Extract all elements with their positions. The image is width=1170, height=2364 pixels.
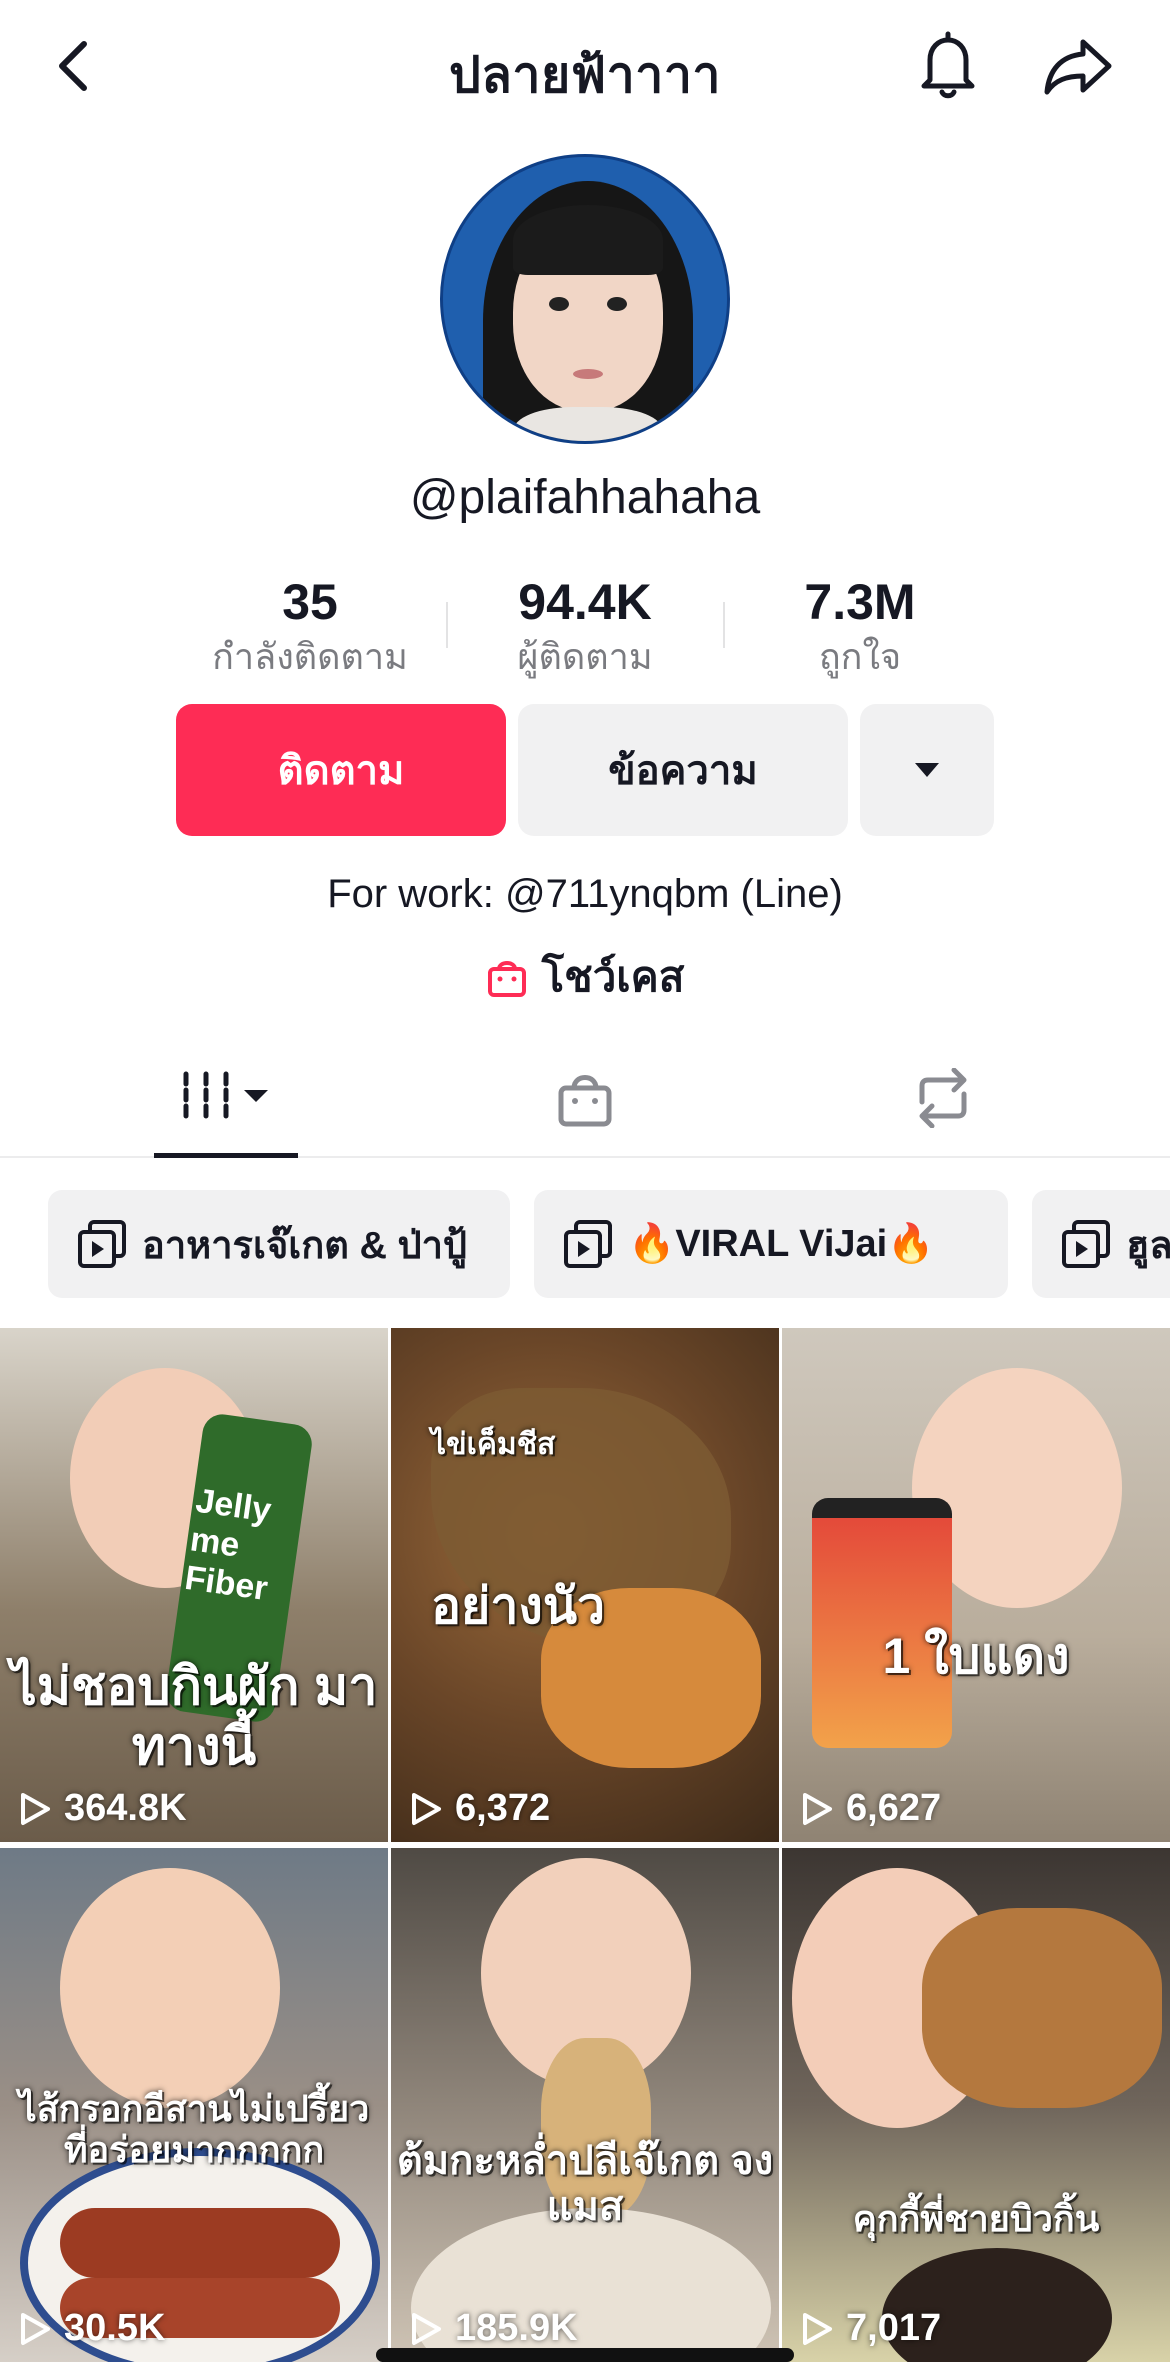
tab-active-indicator	[154, 1153, 298, 1158]
stat-followers-value: 94.4K	[518, 574, 652, 630]
pickle-jar	[812, 1498, 952, 1748]
stat-likes-label: ถูกใจ	[818, 636, 902, 677]
playlist-icon	[78, 1220, 126, 1268]
videos-grid-icon	[183, 1071, 268, 1125]
playlist-label: ฮูล	[1126, 1224, 1170, 1267]
home-indicator[interactable]	[376, 2348, 794, 2362]
view-count: 6,372	[409, 1787, 550, 1830]
follow-button[interactable]: ติดตาม	[176, 704, 506, 836]
video-thumbnail[interactable]: คุกกี้พี่ชายบิวกิ้น 7,017	[782, 1848, 1170, 2362]
avatar-shirt	[513, 407, 663, 441]
tab-shop[interactable]	[540, 1040, 630, 1156]
video-title: ไม่ชอบกินผัก มาทางนี้	[10, 1658, 378, 1776]
playlist-label: 🔥VIRAL ViJai🔥	[628, 1223, 935, 1265]
view-count-value: 6,372	[455, 1787, 551, 1829]
view-count-value: 6,627	[846, 1787, 942, 1829]
play-icon	[21, 1792, 50, 1825]
username: @plaifahhahaha	[409, 471, 761, 524]
view-count: 30.5K	[18, 2307, 165, 2350]
stat-following-value: 35	[282, 574, 338, 630]
stat-followers-label: ผู้ติดตาม	[517, 636, 653, 677]
playlist-chip[interactable]: ฮูล	[1032, 1190, 1170, 1298]
stat-likes[interactable]: 7.3M ถูกใจ	[740, 572, 980, 682]
video-title: อย่างนัว	[431, 1578, 606, 1634]
video-thumbnail[interactable]: Jelly me Fiber ไม่ชอบกินผัก มาทางนี้ 364…	[0, 1328, 388, 1842]
tab-videos[interactable]	[154, 1040, 298, 1158]
view-count-value: 185.9K	[455, 2307, 578, 2349]
caret-down-icon	[915, 763, 939, 777]
stat-divider	[723, 602, 725, 648]
video-thumbnail[interactable]: ไข่เค็มชีส อย่างนัว 6,372	[391, 1328, 779, 1842]
view-count-value: 7,017	[846, 2307, 942, 2349]
view-count: 364.8K	[18, 1787, 187, 1830]
stat-following-label: กำลังติดตาม	[212, 636, 408, 677]
profile-tabs	[0, 1040, 1170, 1158]
share-arrow-icon	[1044, 39, 1112, 95]
sausage	[60, 2208, 340, 2278]
video-thumbnail[interactable]: ไส้กรอกอีสานไม่เปรี้ยว ที่อร่อยมากกกกก 3…	[0, 1848, 388, 2362]
showcase-bag-icon	[487, 961, 526, 997]
video-subtitle: ไข่เค็มชีส	[431, 1428, 556, 1461]
play-icon	[412, 1792, 441, 1825]
playlist-label: อาหารเจ๊เกต & ป่าปู้	[142, 1224, 468, 1267]
playlist-chip[interactable]: 🔥VIRAL ViJai🔥	[534, 1190, 1008, 1298]
view-count-value: 364.8K	[64, 1787, 187, 1829]
stat-followers[interactable]: 94.4K ผู้ติดตาม	[465, 572, 705, 682]
play-icon	[412, 2312, 441, 2345]
avatar-eye-left	[549, 297, 569, 311]
cookie	[922, 1908, 1162, 2108]
play-icon	[21, 2312, 50, 2345]
avatar-mouth	[573, 369, 603, 379]
page-title: ปลายฟ้าาาา	[449, 47, 721, 103]
message-button[interactable]: ข้อความ	[518, 704, 848, 836]
share-button[interactable]	[1040, 30, 1116, 102]
video-title: ไส้กรอกอีสานไม่เปรี้ยว ที่อร่อยมากกกกก	[18, 2088, 370, 2171]
showcase-label: โชว์เคส	[541, 953, 685, 1000]
stat-likes-value: 7.3M	[804, 574, 916, 630]
bio-text: For work: @711ynqbm (Line)	[327, 872, 843, 916]
playlist-icon	[1062, 1220, 1110, 1268]
profile-stats: 35 กำลังติดตาม 94.4K ผู้ติดตาม 7.3M ถูกใ…	[190, 572, 980, 682]
top-bar: ปลายฟ้าาาา	[0, 0, 1170, 132]
view-count-value: 30.5K	[64, 2307, 166, 2349]
product-caption: Jelly me Fiber	[182, 1481, 274, 1609]
avatar-eye-right	[607, 297, 627, 311]
repost-icon	[919, 1068, 967, 1128]
view-count: 185.9K	[409, 2307, 578, 2350]
video-thumbnail[interactable]: ต้มกะหล่ำปลีเจ๊เกต จงแมส 185.9K	[391, 1848, 779, 2362]
notification-bell-button[interactable]	[912, 28, 984, 104]
stat-divider	[446, 602, 448, 648]
view-count: 6,627	[800, 1787, 941, 1830]
playlist-icon	[564, 1220, 612, 1268]
play-icon	[803, 1792, 832, 1825]
view-count: 7,017	[800, 2307, 941, 2350]
thumbnail-face	[60, 1868, 280, 2108]
avatar-bangs	[513, 205, 663, 275]
bell-icon	[921, 31, 975, 99]
avatar[interactable]	[440, 154, 730, 444]
stat-following[interactable]: 35 กำลังติดตาม	[190, 572, 430, 682]
playlist-row: อาหารเจ๊เกต & ป่าปู้ 🔥VIRAL ViJai🔥 ฮูล	[0, 1190, 1170, 1298]
suggested-accounts-button[interactable]	[860, 704, 994, 836]
play-icon	[803, 2312, 832, 2345]
shop-bag-icon	[558, 1075, 612, 1127]
video-grid: Jelly me Fiber ไม่ชอบกินผัก มาทางนี้ 364…	[0, 1328, 1170, 2364]
tab-reposts[interactable]	[898, 1040, 988, 1156]
video-thumbnail[interactable]: 1 ใบแดง 6,627	[782, 1328, 1170, 1842]
showcase-link[interactable]: โชว์เคส	[0, 944, 1170, 1010]
video-title: คุกกี้พี่ชายบิวกิ้น	[852, 2198, 1100, 2239]
playlist-chip[interactable]: อาหารเจ๊เกต & ป่าปู้	[48, 1190, 510, 1298]
video-title: ต้มกะหล่ำปลีเจ๊เกต จงแมส	[396, 2139, 774, 2229]
video-title: 1 ใบแดง	[882, 1628, 1070, 1684]
